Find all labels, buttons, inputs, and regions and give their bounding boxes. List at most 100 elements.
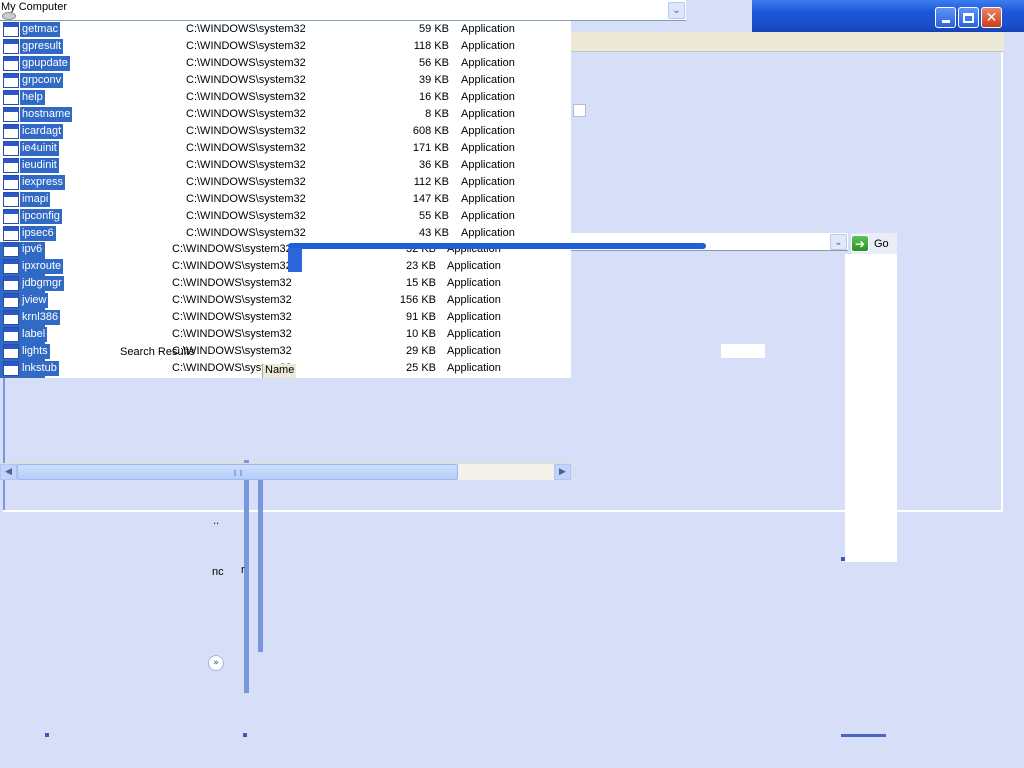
file-path: C:\WINDOWS\system32 [186, 210, 306, 222]
file-type: Application [447, 328, 501, 340]
file-path: C:\WINDOWS\system32 [186, 23, 306, 35]
maximize-icon [963, 12, 974, 23]
file-name: krnl386 [20, 310, 61, 325]
application-icon [3, 209, 19, 224]
expand-chevron-icon[interactable]: » [208, 655, 224, 671]
chevron-right-icon: ▶ [559, 467, 566, 477]
list-item[interactable]: ipsec6 C:\WINDOWS\system32 43 KB Applicatio… [0, 225, 571, 242]
file-path: C:\WINDOWS\system32 [172, 294, 292, 306]
application-icon [3, 344, 19, 359]
application-icon [3, 107, 19, 122]
artifact-bar [258, 480, 263, 652]
application-icon [3, 310, 19, 325]
file-size: 15 KB [406, 277, 436, 289]
artifact-line [841, 734, 886, 737]
text-fragment: nc [212, 566, 224, 578]
list-item[interactable]: icardagt C:\WINDOWS\system32 608 KB Applica… [0, 123, 571, 140]
scroll-right-button[interactable]: ▶ [554, 464, 571, 480]
checkbox[interactable] [573, 104, 586, 117]
list-item[interactable]: imapi C:\WINDOWS\system32 147 KB Applicatio… [0, 191, 571, 208]
address-dropdown-button[interactable]: ⌄ [830, 234, 847, 250]
close-button[interactable]: ✕ [981, 7, 1002, 28]
list-item[interactable]: krnl386 C:\WINDOWS\system32 91 KB Applicati… [0, 309, 571, 326]
maximize-button[interactable] [958, 7, 979, 28]
file-size: 23 KB [406, 260, 436, 272]
file-type: Application [461, 74, 515, 86]
file-name: ieudinit [20, 158, 59, 173]
file-size: 91 KB [406, 311, 436, 323]
chevron-down-icon: ⌄ [672, 5, 681, 16]
file-size: 10 KB [406, 328, 436, 340]
minimize-button[interactable] [935, 7, 956, 28]
list-item[interactable]: ipconfig C:\WINDOWS\system32 55 KB Applicat… [0, 208, 571, 225]
file-path: C:\WINDOWS\system32 [172, 260, 292, 272]
list-item[interactable]: getmac C:\WINDOWS\system32 59 KB Applicatio… [0, 21, 571, 38]
application-icon [3, 175, 19, 190]
file-path: C:\WINDOWS\system32 [186, 227, 306, 239]
application-icon [3, 226, 19, 241]
application-icon [3, 327, 19, 342]
list-item[interactable]: lights C:\WINDOWS\system32 29 KB Applicatio… [0, 343, 571, 360]
list-item[interactable]: ieudinit C:\WINDOWS\system32 36 KB Applicat… [0, 157, 571, 174]
file-type: Application [461, 176, 515, 188]
scroll-left-button[interactable]: ◀ [0, 464, 17, 480]
chevron-left-icon: ◀ [5, 467, 12, 477]
file-name: help [20, 90, 45, 105]
list-item[interactable]: hostname C:\WINDOWS\system32 8 KB Applicati… [0, 106, 571, 123]
list-item[interactable]: label C:\WINDOWS\system32 10 KB Application [0, 326, 571, 343]
file-name: grpconv [20, 73, 64, 88]
application-icon [3, 361, 19, 376]
location-dropdown-button[interactable]: ⌄ [668, 2, 685, 19]
file-size: 8 KB [425, 108, 449, 120]
file-name: ipv6 [20, 242, 45, 257]
text-fragment: r [241, 564, 245, 576]
file-size: 59 KB [419, 23, 449, 35]
file-type: Application [461, 23, 515, 35]
file-type: Application [461, 108, 515, 120]
list-item[interactable]: gpupdate C:\WINDOWS\system32 56 KB Applicat… [0, 55, 571, 72]
list-item[interactable]: help C:\WINDOWS\system32 16 KB Application [0, 89, 571, 106]
file-path: C:\WINDOWS\system32 [186, 176, 306, 188]
scrollbar-thumb[interactable] [17, 464, 458, 480]
search-results-title: Search Results [120, 346, 195, 358]
horizontal-scrollbar[interactable]: ◀ ▶ [0, 463, 571, 480]
file-name: getmac [20, 22, 61, 37]
file-name: hostname [20, 107, 73, 122]
file-size: 29 KB [406, 345, 436, 357]
file-size: 112 KB [413, 176, 449, 188]
list-item[interactable]: ie4uinit C:\WINDOWS\system32 171 KB Applica… [0, 140, 571, 157]
go-arrow-icon: ➔ [851, 235, 869, 252]
file-type: Application [461, 125, 515, 137]
list-item[interactable]: grpconv C:\WINDOWS\system32 39 KB Applicati… [0, 72, 571, 89]
list-item[interactable]: jdbgmgr C:\WINDOWS\system32 15 KB Applicati… [0, 275, 571, 292]
go-button[interactable]: ➔ Go [851, 233, 897, 254]
list-item[interactable]: gpresult C:\WINDOWS\system32 118 KB Applica… [0, 38, 571, 55]
file-size: 39 KB [419, 74, 449, 86]
file-type: Application [447, 345, 501, 357]
file-name: ipconfig [20, 209, 62, 224]
application-icon [3, 259, 19, 274]
file-size: 147 KB [412, 193, 449, 205]
file-name: lnkstub [20, 361, 59, 376]
file-name: ipxroute [20, 259, 64, 274]
file-size: 171 KB [412, 142, 449, 154]
location-bar[interactable]: My Computer ⌄ [0, 0, 686, 21]
application-icon [3, 276, 19, 291]
name-column-header[interactable]: Name [262, 364, 297, 378]
panel-fragment [721, 344, 765, 358]
list-item[interactable]: jview C:\WINDOWS\system32 156 KB Applicatio… [0, 292, 571, 309]
application-icon [3, 73, 19, 88]
file-size: 16 KB [419, 91, 449, 103]
list-item[interactable]: iexpress C:\WINDOWS\system32 112 KB Applica… [0, 174, 571, 191]
file-type: Application [447, 294, 501, 306]
file-size: 43 KB [419, 227, 449, 239]
file-type: Application [461, 210, 515, 222]
file-name: lights [20, 344, 50, 359]
file-name: icardagt [20, 124, 64, 139]
file-path: C:\WINDOWS\system32 [186, 142, 306, 154]
file-type: Application [461, 193, 515, 205]
list-item[interactable]: ipxroute C:\WINDOWS\system32 23 KB Applicat… [0, 258, 571, 275]
chevron-down-icon: ⌄ [834, 236, 843, 248]
minimize-icon [941, 20, 950, 23]
file-path: C:\WINDOWS\system32 [186, 57, 306, 69]
